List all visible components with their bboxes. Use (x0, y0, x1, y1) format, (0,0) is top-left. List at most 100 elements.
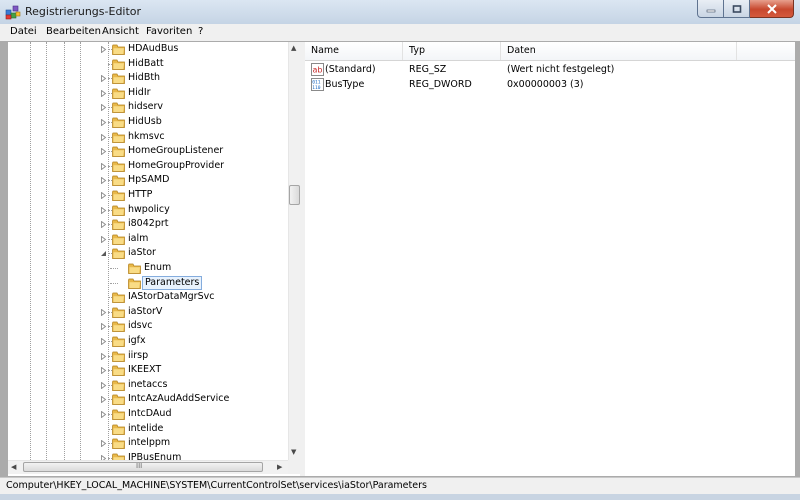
tree-item[interactable]: i8042prt (8, 217, 288, 232)
collapsed-arrow-icon[interactable] (100, 133, 107, 141)
tree-item[interactable]: intelide (8, 422, 288, 437)
collapsed-arrow-icon[interactable] (100, 352, 107, 360)
tree-item[interactable]: IKEEXT (8, 363, 288, 378)
collapsed-arrow-icon[interactable] (100, 75, 107, 83)
collapsed-arrow-icon[interactable] (100, 308, 107, 316)
tree-guide-line (110, 282, 118, 284)
tree-item[interactable]: hidserv (8, 100, 288, 115)
tree-rows: HDAudBus HidBatt HidBth HidIr hidserv HidUsb h… (8, 42, 288, 462)
tree-item[interactable]: IntcAzAudAddService (8, 392, 288, 407)
column-header-type[interactable]: Typ (403, 42, 501, 60)
collapsed-arrow-icon[interactable] (100, 119, 107, 126)
folder-icon (112, 73, 125, 85)
scroll-up-arrow-icon[interactable]: ▲ (291, 44, 296, 52)
minimize-button[interactable] (697, 0, 724, 18)
collapsed-arrow-icon[interactable] (100, 381, 107, 389)
tree-item-label: Enum (144, 262, 172, 273)
tree-item-label: hidserv (128, 101, 164, 113)
tree-item[interactable]: Enum (8, 261, 288, 276)
tree-item[interactable]: hwpolicy (8, 203, 288, 218)
collapsed-arrow-icon[interactable] (100, 104, 107, 112)
scroll-grip: III (136, 462, 143, 470)
list-row[interactable]: ab (Standard) REG_SZ (Wert nicht festgel… (305, 63, 795, 78)
menu-ansicht[interactable]: Ansicht (102, 26, 139, 37)
title-bar[interactable]: Registrierungs-Editor (0, 0, 800, 24)
registry-editor-app-icon (5, 5, 21, 20)
tree-item[interactable]: igfx (8, 334, 288, 349)
tree-item[interactable]: HidBth (8, 71, 288, 86)
tree-item[interactable]: HDAudBus (8, 42, 288, 57)
tree-item[interactable]: HidUsb (8, 115, 288, 130)
menu-datei[interactable]: Datei (10, 26, 37, 37)
tree-item[interactable]: HidIr (8, 86, 288, 101)
tree-item-label: inetaccs (128, 378, 168, 390)
collapsed-arrow-icon[interactable] (100, 89, 107, 97)
collapsed-arrow-icon[interactable] (100, 148, 107, 156)
minimize-icon (706, 9, 715, 12)
value-data: 0x00000003 (3) (507, 79, 584, 90)
tree-item[interactable]: HpSAMD (8, 173, 288, 188)
collapsed-arrow-icon[interactable] (100, 46, 107, 53)
collapsed-arrow-icon[interactable] (100, 162, 107, 170)
tree-item[interactable]: idsvc (8, 319, 288, 334)
tree-item-label: hwpolicy (128, 203, 170, 215)
tree-item[interactable]: intelppm (8, 436, 288, 451)
folder-icon (112, 44, 125, 55)
tree-vertical-scroll-thumb[interactable] (289, 185, 300, 205)
collapsed-arrow-icon[interactable] (100, 338, 107, 345)
tree-item[interactable]: IntcDAud (8, 407, 288, 422)
list-header: Name Typ Daten (305, 42, 795, 61)
tree-item-label: HidIr (128, 86, 151, 98)
collapsed-arrow-icon[interactable] (100, 367, 107, 375)
tree-item[interactable]: iaStor (8, 246, 288, 261)
tree-item[interactable]: iaStorV (8, 305, 288, 320)
registry-tree[interactable]: HDAudBus HidBatt HidBth HidIr hidserv HidUsb h… (8, 42, 300, 476)
tree-guide-line (110, 268, 118, 269)
values-list[interactable]: Name Typ Daten ab (Standard) REG_SZ (Wer… (305, 42, 795, 476)
tree-item-label: ialm (128, 232, 149, 244)
tree-item-label: HomeGroupListener (128, 145, 224, 157)
collapsed-arrow-icon[interactable] (100, 177, 107, 185)
scroll-down-arrow-icon[interactable]: ▼ (291, 448, 296, 456)
tree-item[interactable]: iirsp (8, 349, 288, 364)
close-button[interactable] (750, 0, 794, 18)
tree-vertical-scrollbar[interactable]: ▲ ▼ (288, 42, 300, 462)
tree-item[interactable]: ialm (8, 232, 288, 247)
menu-bearbeiten[interactable]: Bearbeiten (46, 26, 101, 37)
column-header-name[interactable]: Name (305, 42, 403, 60)
column-header-data[interactable]: Daten (501, 42, 737, 60)
tree-item[interactable]: inetaccs (8, 378, 288, 393)
menu-favoriten[interactable]: Favoriten (146, 26, 192, 37)
folder-icon (112, 146, 125, 158)
tree-item[interactable]: HomeGroupListener (8, 144, 288, 159)
expanded-arrow-icon[interactable] (100, 250, 107, 257)
folder-icon (112, 190, 125, 201)
menu-help[interactable]: ? (198, 26, 203, 37)
tree-item[interactable]: Parameters (8, 275, 288, 291)
collapsed-arrow-icon[interactable] (100, 440, 107, 448)
collapsed-arrow-icon[interactable] (100, 396, 107, 404)
tree-item[interactable]: HomeGroupProvider (8, 159, 288, 174)
tree-item[interactable]: hkmsvc (8, 130, 288, 145)
collapsed-arrow-icon[interactable] (100, 323, 107, 331)
tree-horizontal-scroll-thumb[interactable]: III (23, 462, 263, 472)
folder-icon (112, 380, 125, 391)
tree-horizontal-scrollbar[interactable]: ◀ III ▶ (8, 460, 288, 474)
folder-icon (112, 395, 125, 406)
collapsed-arrow-icon[interactable] (100, 235, 107, 243)
tree-item[interactable]: HidBatt (8, 57, 288, 72)
tree-item[interactable]: IAStorDataMgrSvc (8, 290, 288, 305)
tree-item[interactable]: HTTP (8, 188, 288, 203)
scroll-right-arrow-icon[interactable]: ▶ (277, 463, 282, 471)
collapsed-arrow-icon[interactable] (100, 206, 107, 214)
folder-icon (128, 278, 141, 289)
collapsed-arrow-icon[interactable] (100, 411, 107, 418)
list-row[interactable]: 011 110 BusType REG_DWORD 0x00000003 (3) (305, 78, 795, 93)
tree-item-label: idsvc (128, 320, 153, 332)
scroll-left-arrow-icon[interactable]: ◀ (11, 463, 16, 471)
tree-item-label: hkmsvc (128, 130, 165, 142)
maximize-button[interactable] (724, 0, 750, 18)
collapsed-arrow-icon[interactable] (100, 221, 107, 229)
folder-icon (112, 117, 125, 128)
collapsed-arrow-icon[interactable] (100, 192, 107, 199)
